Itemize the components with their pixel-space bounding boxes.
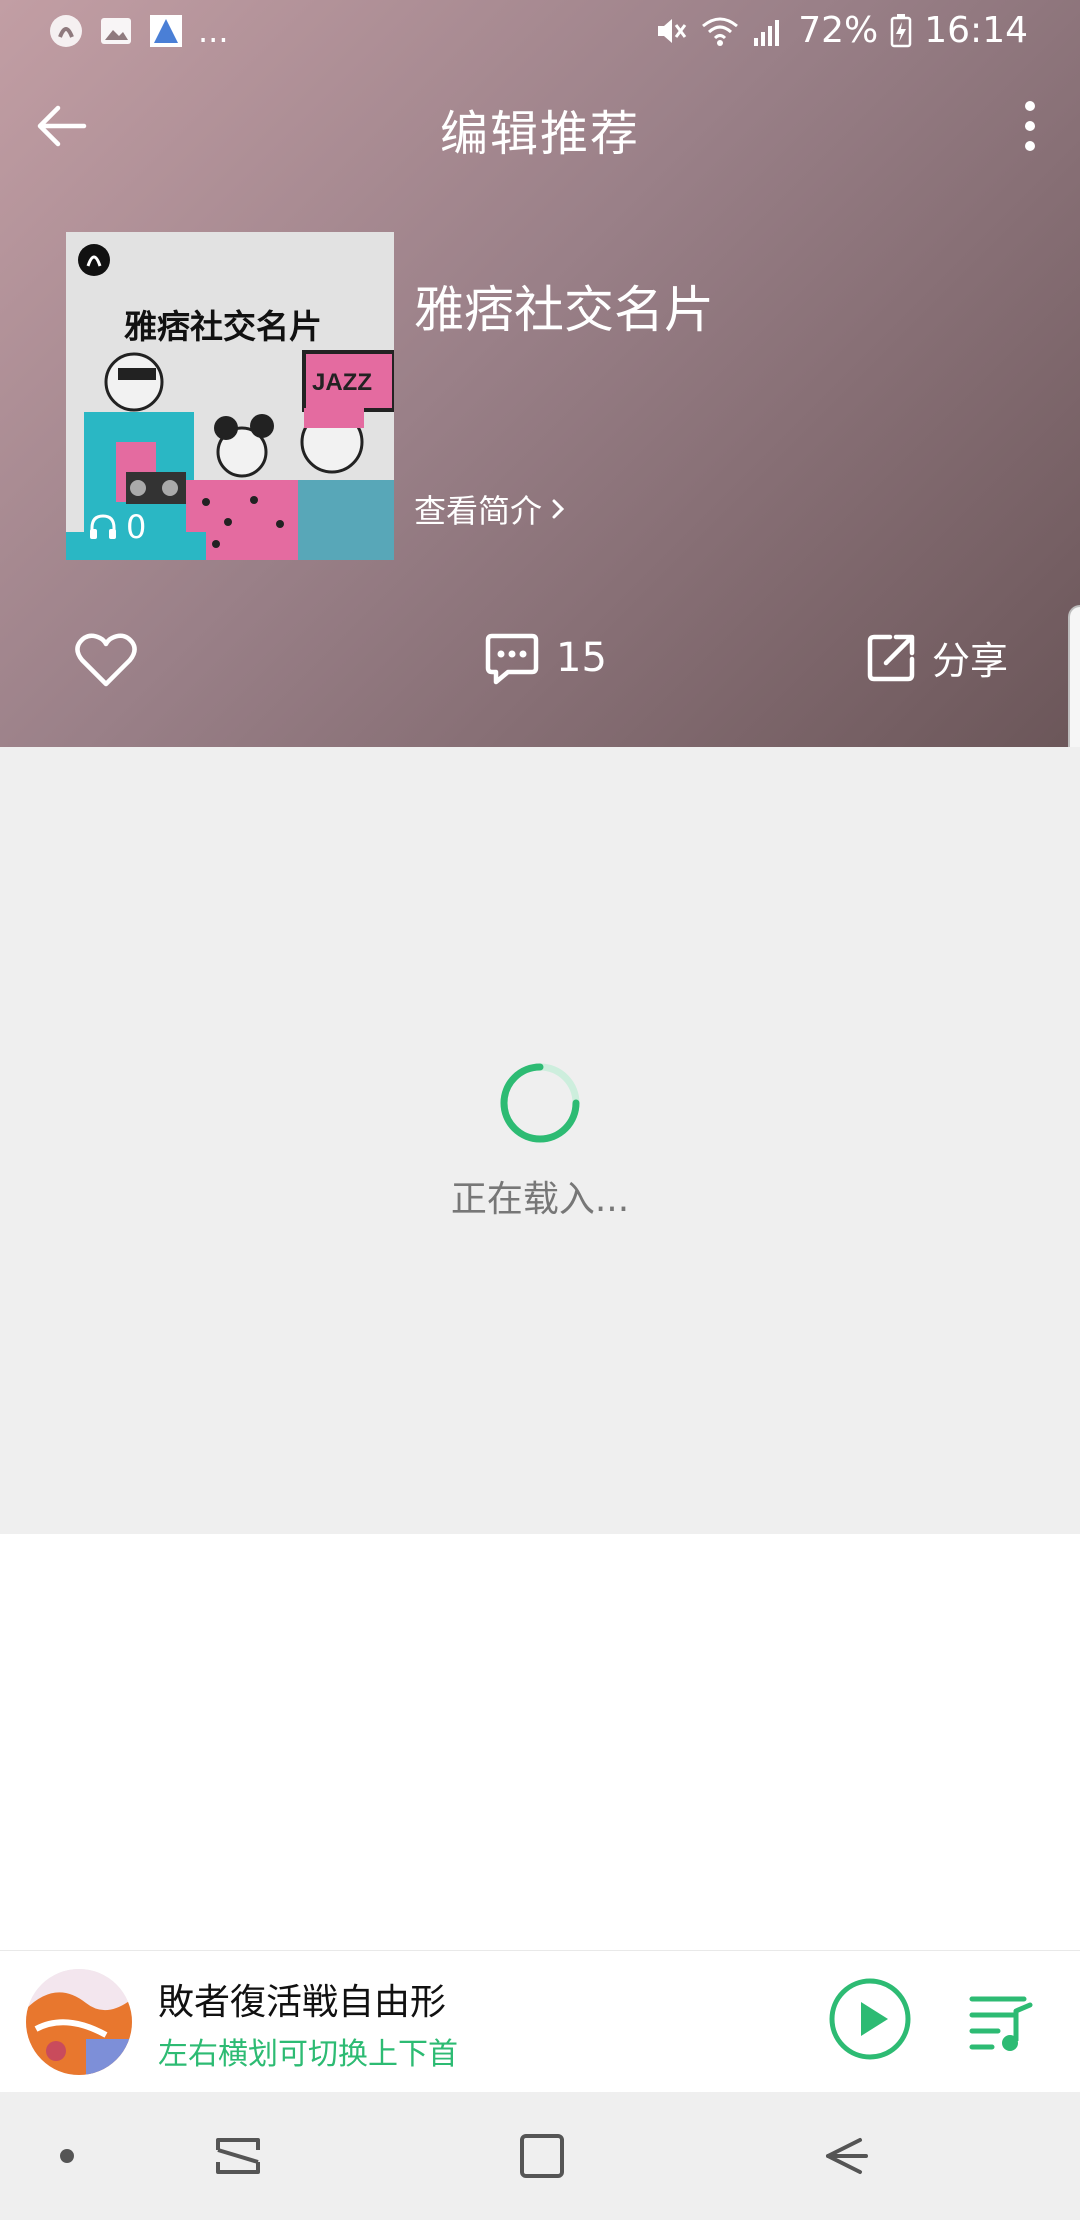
system-nav-bar <box>0 2092 1080 2220</box>
play-count-value: 0 <box>126 508 147 546</box>
now-playing-title: 敗者復活戦自由形 <box>158 1982 447 2023</box>
share-label: 分享 <box>932 639 1009 683</box>
play-button[interactable] <box>828 1977 912 2061</box>
status-bar-left: ... <box>48 12 229 50</box>
gallery-icon <box>101 18 131 44</box>
like-button[interactable] <box>74 630 138 694</box>
playlist-cover[interactable]: JAZZ 雅痞社交名片 0 <box>66 232 394 560</box>
clock: 16:14 <box>924 10 1028 51</box>
battery-charging-icon <box>891 13 912 47</box>
play-count: 0 <box>88 508 146 546</box>
mini-player[interactable]: 敗者復活戦自由形 左右横划可切换上下首 <box>0 1950 1080 2093</box>
comment-count: 15 <box>556 635 607 681</box>
loading-spinner <box>500 1063 580 1143</box>
signal-icon <box>754 19 780 46</box>
home-icon[interactable] <box>514 2128 570 2184</box>
album-art <box>26 1969 132 2075</box>
view-intro-link[interactable]: 查看简介 <box>414 486 568 532</box>
share-button[interactable]: 分享 <box>864 630 1008 685</box>
page-title: 编辑推荐 <box>439 106 640 162</box>
playlist-header: ... 72% 16:14 编辑推荐 JAZZ 雅痞社交名片 0 雅痞社交名片 … <box>0 0 1080 747</box>
notification-icon <box>50 15 82 47</box>
cover-title-text: 雅痞社交名片 <box>124 307 322 346</box>
chevron-right-icon <box>552 499 565 519</box>
mute-icon <box>658 18 687 43</box>
system-back-icon[interactable] <box>816 2128 872 2184</box>
playlist-title: 雅痞社交名片 <box>414 281 714 339</box>
status-bar: ... 72% 16:14 <box>0 0 1080 64</box>
swipe-hint: 左右横划可切换上下首 <box>158 2037 458 2072</box>
app-icon <box>150 15 182 47</box>
share-icon <box>867 634 915 681</box>
comment-button[interactable]: 15 <box>484 630 607 686</box>
status-overflow: ... <box>198 12 229 50</box>
status-bar-right: 72% 16:14 <box>654 10 1028 51</box>
comment-icon <box>485 633 539 685</box>
app-bar: 编辑推荐 <box>0 72 1080 172</box>
action-bar: 15 分享 <box>0 630 1080 720</box>
heart-icon <box>75 633 137 687</box>
recent-apps-icon[interactable] <box>210 2128 266 2184</box>
headphones-icon <box>90 514 116 539</box>
playlist-queue-icon[interactable] <box>968 1991 1034 2053</box>
view-intro-label: 查看简介 <box>414 492 543 530</box>
loading-text: 正在载入... <box>450 1179 630 1220</box>
wifi-icon <box>702 17 739 46</box>
now-playing-thumbnail[interactable] <box>26 1969 132 2075</box>
battery-percent: 72% <box>798 10 879 51</box>
more-options-icon[interactable] <box>1010 94 1050 158</box>
cover-sign-text: JAZZ <box>312 369 372 396</box>
nav-indicator-dot <box>60 2149 74 2163</box>
